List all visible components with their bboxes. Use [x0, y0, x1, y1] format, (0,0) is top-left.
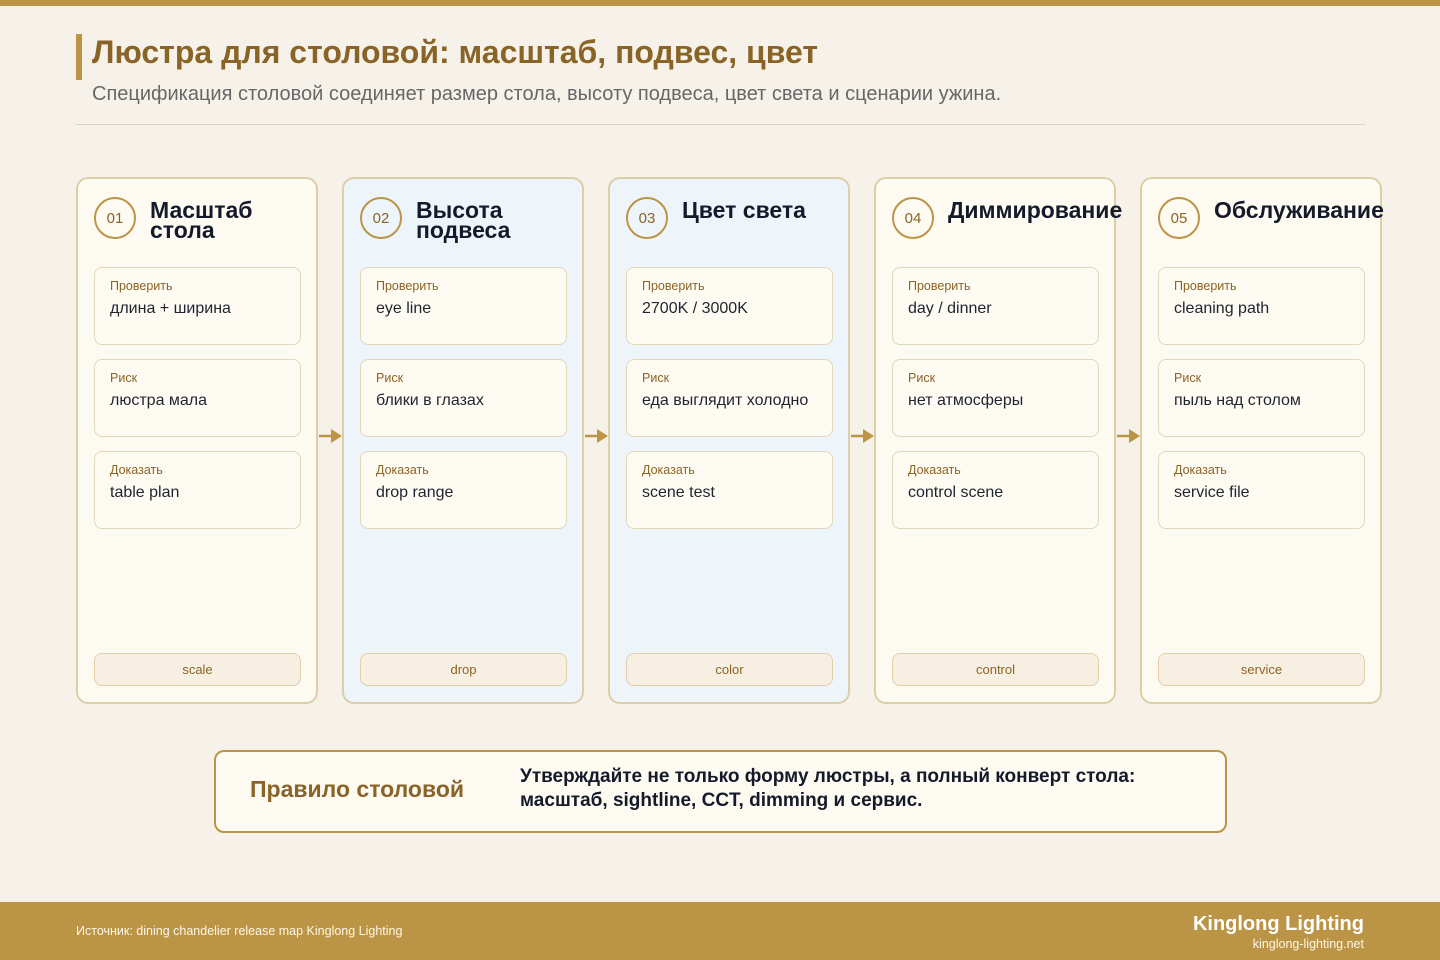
step-tag: service	[1158, 653, 1365, 686]
step-tag: drop	[360, 653, 567, 686]
risk-item: Риск люстра мала	[94, 359, 301, 437]
step-tag: control	[892, 653, 1099, 686]
item-value: eye line	[376, 300, 432, 317]
item-label: Риск	[110, 371, 138, 385]
step-number-badge: 02	[360, 197, 402, 239]
step-number-badge: 03	[626, 197, 668, 239]
item-label: Проверить	[1174, 279, 1237, 293]
item-label: Доказать	[110, 463, 163, 477]
step-number-badge: 04	[892, 197, 934, 239]
risk-item: Риск пыль над столом	[1158, 359, 1365, 437]
item-label: Доказать	[1174, 463, 1227, 477]
item-value: table plan	[110, 484, 180, 501]
proof-item: Доказать drop range	[360, 451, 567, 529]
item-value: длина + ширина	[110, 300, 231, 317]
item-value: service file	[1174, 484, 1250, 501]
item-label: Проверить	[376, 279, 439, 293]
item-value: drop range	[376, 484, 454, 501]
check-item: Проверить длина + ширина	[94, 267, 301, 345]
arrow-right-icon	[585, 429, 608, 443]
step-tag: scale	[94, 653, 301, 686]
top-accent-bar	[0, 0, 1440, 6]
item-label: Доказать	[908, 463, 961, 477]
step-number-badge: 01	[94, 197, 136, 239]
item-value: cleaning path	[1174, 300, 1270, 317]
step-number-badge: 05	[1158, 197, 1200, 239]
proof-item: Доказать service file	[1158, 451, 1365, 529]
footer-bar: Источник: dining chandelier release map …	[0, 902, 1440, 960]
step-card-service: 05 Обслуживание Проверить cleaning path …	[1140, 177, 1384, 704]
check-item: Проверить eye line	[360, 267, 567, 345]
step-title: Цвет света	[682, 197, 806, 223]
item-value: блики в глазах	[376, 392, 484, 409]
arrow-right-icon	[1117, 429, 1140, 443]
check-item: Проверить day / dinner	[892, 267, 1099, 345]
proof-item: Доказать table plan	[94, 451, 301, 529]
item-label: Проверить	[642, 279, 705, 293]
arrow-right-icon	[851, 429, 874, 443]
item-label: Доказать	[376, 463, 429, 477]
header-divider	[76, 124, 1365, 125]
title-accent-bar	[76, 34, 82, 80]
risk-item: Риск блики в глазах	[360, 359, 567, 437]
proof-item: Доказать control scene	[892, 451, 1099, 529]
step-title: Масштаб стола	[150, 197, 253, 243]
step-card-drop: 02 Высота подвеса Проверить eye line Рис…	[342, 177, 584, 704]
proof-item: Доказать scene test	[626, 451, 833, 529]
item-value: scene test	[642, 484, 715, 501]
arrow-right-icon	[319, 429, 342, 443]
item-label: Риск	[376, 371, 404, 385]
check-item: Проверить cleaning path	[1158, 267, 1365, 345]
step-title: Обслуживание	[1214, 197, 1384, 223]
risk-item: Риск еда выглядит холодно	[626, 359, 833, 437]
item-label: Доказать	[642, 463, 695, 477]
item-value: 2700K / 3000K	[642, 300, 748, 317]
item-value: нет атмосферы	[908, 392, 1024, 409]
item-value: еда выглядит холодно	[642, 392, 809, 409]
check-item: Проверить 2700K / 3000K	[626, 267, 833, 345]
item-label: Проверить	[908, 279, 971, 293]
step-tag: color	[626, 653, 833, 686]
rule-text: Утверждайте не только форму люстры, а по…	[520, 766, 1136, 811]
step-title: Высота подвеса	[416, 197, 511, 243]
item-value: люстра мала	[110, 392, 208, 409]
page-title: Люстра для столовой: масштаб, подвес, цв…	[92, 34, 818, 70]
item-label: Риск	[908, 371, 936, 385]
risk-item: Риск нет атмосферы	[892, 359, 1099, 437]
dining-rule-box: Правило столовой Утверждайте не только ф…	[214, 750, 1227, 833]
page-subtitle: Спецификация столовой соединяет размер с…	[92, 83, 1002, 105]
step-card-control: 04 Диммирование Проверить day / dinner Р…	[874, 177, 1122, 704]
rule-title: Правило столовой	[250, 776, 465, 802]
brand-site: kinglong-lighting.net	[1252, 937, 1364, 951]
item-label: Проверить	[110, 279, 173, 293]
item-label: Риск	[1174, 371, 1202, 385]
step-card-color: 03 Цвет света Проверить 2700K / 3000K Ри…	[608, 177, 850, 704]
item-value: пыль над столом	[1174, 392, 1301, 409]
item-label: Риск	[642, 371, 670, 385]
brand-name: Kinglong Lighting	[1192, 913, 1364, 935]
item-value: day / dinner	[908, 300, 992, 317]
step-card-scale: 01 Масштаб стола Проверить длина + ширин…	[76, 177, 318, 704]
step-title: Диммирование	[948, 197, 1123, 223]
source-note: Источник: dining chandelier release map …	[76, 924, 403, 938]
item-value: control scene	[908, 484, 1004, 501]
